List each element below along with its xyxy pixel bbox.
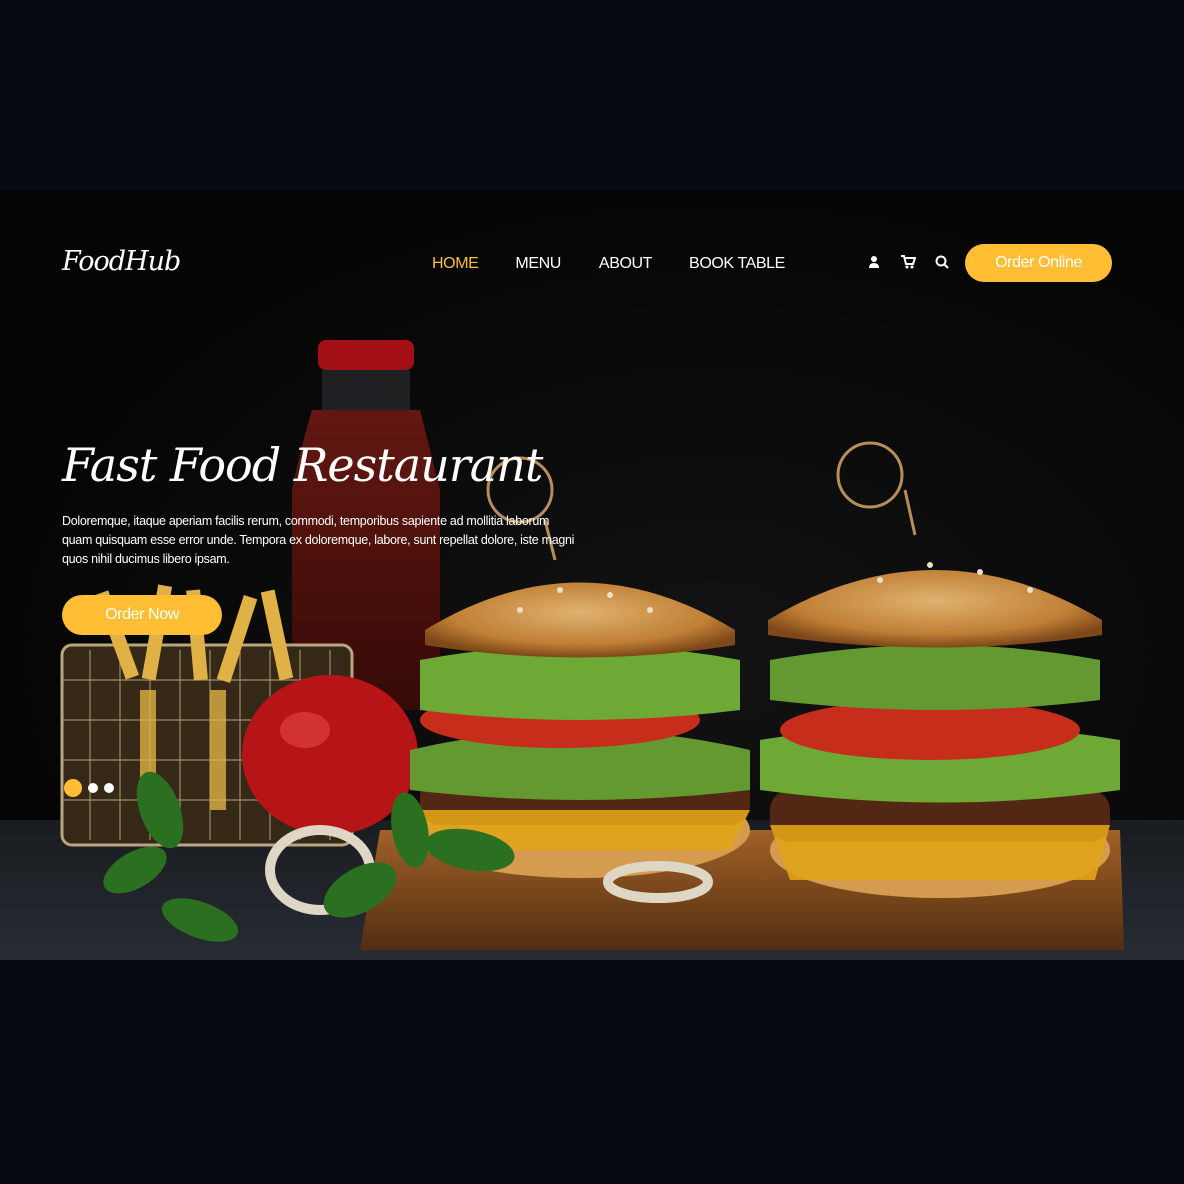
search-icon[interactable] — [934, 254, 950, 270]
header-icons — [866, 254, 950, 270]
carousel-dot-1[interactable] — [64, 779, 82, 797]
user-icon[interactable] — [866, 254, 882, 270]
nav-link-menu[interactable]: MENU — [515, 255, 561, 273]
hero-description: Doloremque, itaque aperiam facilis rerum… — [62, 514, 575, 566]
order-online-button[interactable]: Order Online — [965, 244, 1112, 282]
cart-icon[interactable] — [900, 254, 917, 270]
nav-link-home[interactable]: HOME — [432, 255, 479, 273]
main-menu: HOME MENU ABOUT BOOK TABLE — [432, 255, 785, 273]
nav-link-about[interactable]: ABOUT — [599, 255, 653, 273]
carousel-dot-3[interactable] — [104, 783, 114, 793]
nav-link-book-table[interactable]: BOOK TABLE — [689, 255, 785, 273]
header-nav: FoodHub HOME MENU ABOUT BOOK TABLE Order… — [0, 236, 1184, 292]
hero-title: Fast Food Restaurant — [62, 438, 543, 492]
burger-photo — [0, 190, 1184, 960]
carousel-dot-2[interactable] — [88, 783, 98, 793]
order-now-button[interactable]: Order Now — [62, 595, 222, 635]
hero-background — [0, 190, 1184, 960]
carousel-indicators — [64, 779, 114, 797]
brand-logo[interactable]: FoodHub — [62, 246, 181, 277]
